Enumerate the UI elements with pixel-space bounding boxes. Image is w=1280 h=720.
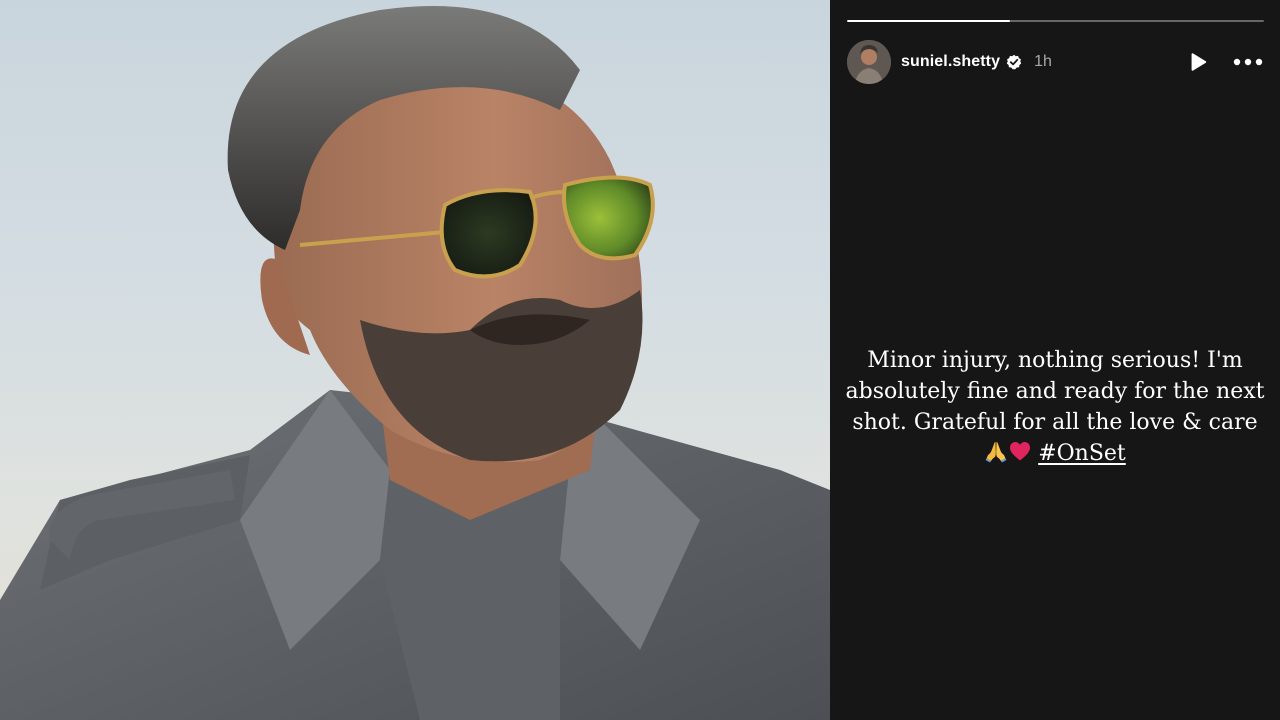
avatar[interactable] xyxy=(847,40,891,84)
play-icon[interactable] xyxy=(1184,48,1212,76)
red-heart-emoji-icon xyxy=(1008,439,1032,463)
caption-last-line: #OnSet xyxy=(838,438,1272,469)
hashtag-link[interactable]: #OnSet xyxy=(1038,441,1126,466)
app-frame: suniel.shetty 1h Minor injury, nothing s… xyxy=(0,0,1280,720)
story-progress-fill xyxy=(847,20,1010,22)
story-panel: suniel.shetty 1h Minor injury, nothing s… xyxy=(830,0,1280,720)
more-options-icon[interactable] xyxy=(1232,48,1264,76)
man-portrait-illustration xyxy=(0,6,830,720)
verified-badge-icon xyxy=(1006,54,1022,70)
story-header: suniel.shetty 1h xyxy=(847,40,1264,84)
caption-line: shot. Grateful for all the love & care xyxy=(852,410,1258,435)
caption-line: absolutely fine and ready for the next xyxy=(845,379,1265,404)
post-time: 1h xyxy=(1034,53,1052,70)
caption-line: Minor injury, nothing serious! I'm xyxy=(867,348,1243,373)
username[interactable]: suniel.shetty xyxy=(901,53,1000,71)
folded-hands-emoji-icon xyxy=(984,439,1008,463)
story-caption: Minor injury, nothing serious! I'm absol… xyxy=(838,345,1272,469)
avatar-image xyxy=(847,40,891,84)
story-progress-bar xyxy=(847,20,1264,22)
story-photo xyxy=(0,0,830,720)
